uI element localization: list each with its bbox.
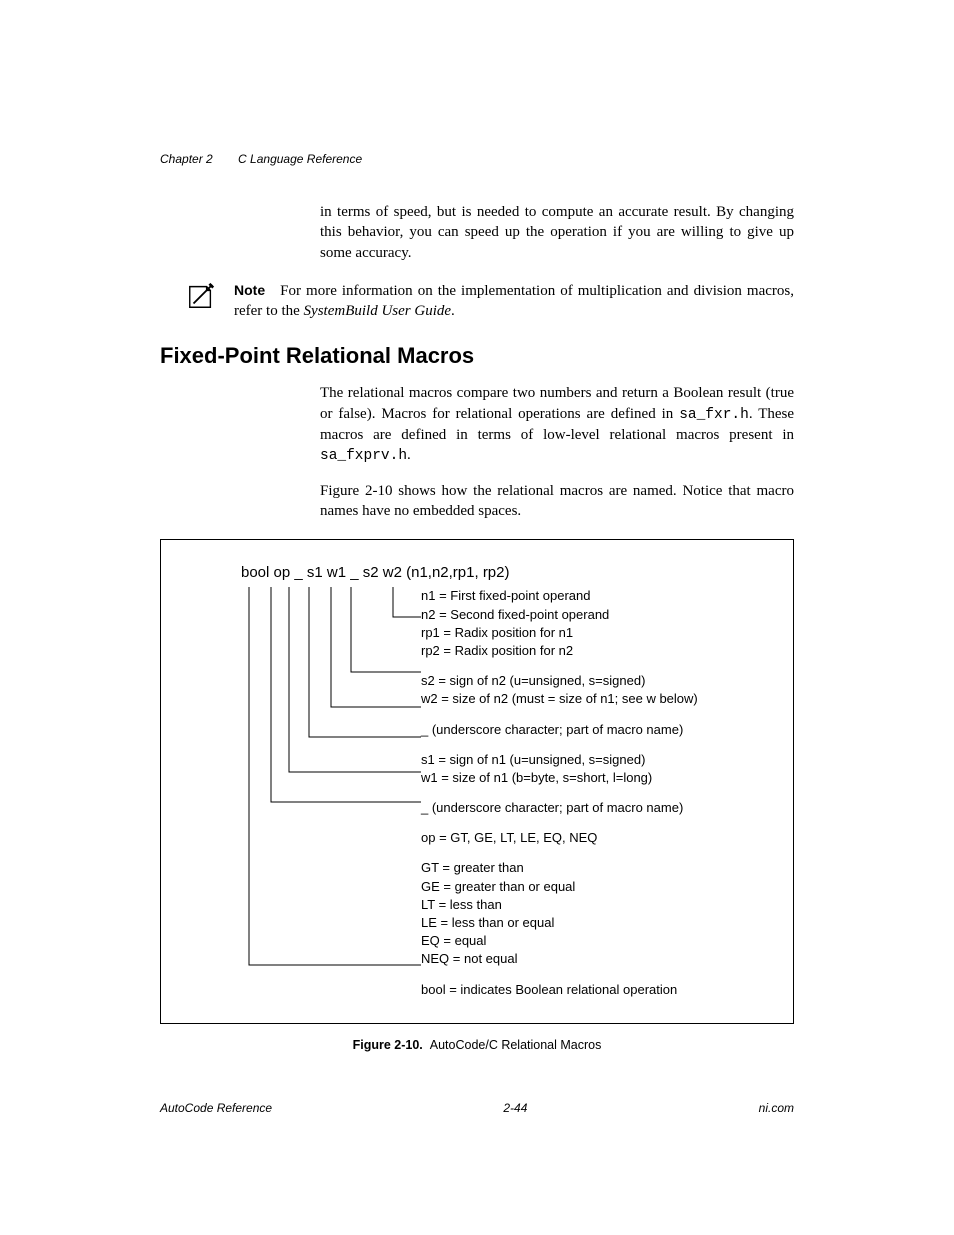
page-footer: AutoCode Reference 2-44 ni.com [160, 1101, 794, 1115]
note-text: Note For more information on the impleme… [234, 281, 794, 322]
footer-center: 2-44 [503, 1101, 527, 1115]
p1-code2: sa_fxprv.h [320, 448, 407, 464]
desc-group: _ (underscore character; part of macro n… [421, 799, 763, 817]
note-icon [186, 281, 216, 311]
note-block: Note For more information on the impleme… [160, 281, 794, 322]
desc-line: _ (underscore character; part of macro n… [421, 721, 763, 739]
desc-group: GT = greater than GE = greater than or e… [421, 859, 763, 968]
intro-text: in terms of speed, but is needed to comp… [320, 202, 794, 263]
desc-line: GT = greater than [421, 859, 763, 877]
diagram: n1 = First fixed-point operand n2 = Seco… [231, 587, 763, 998]
diagram-lines [231, 587, 421, 998]
note-italic: SystemBuild User Guide [304, 303, 451, 319]
desc-group: s1 = sign of n1 (u=unsigned, s=signed) w… [421, 751, 763, 787]
desc-line: w2 = size of n2 (must = size of n1; see … [421, 690, 763, 708]
figure-box: bool op _ s1 w1 _ s2 w2 (n1,n2,rp1, rp2) [160, 539, 794, 1023]
desc-line: _ (underscore character; part of macro n… [421, 799, 763, 817]
desc-line: rp2 = Radix position for n2 [421, 642, 763, 660]
figure-caption: Figure 2-10. AutoCode/C Relational Macro… [160, 1038, 794, 1052]
desc-line: bool = indicates Boolean relational oper… [421, 981, 763, 999]
note-body-b: . [451, 303, 455, 319]
chapter-title: C Language Reference [238, 152, 362, 166]
note-icon-wrap [160, 281, 216, 311]
desc-group: n1 = First fixed-point operand n2 = Seco… [421, 587, 763, 660]
footer-right: ni.com [759, 1101, 794, 1115]
section-body: The relational macros compare two number… [320, 383, 794, 521]
intro-paragraph: in terms of speed, but is needed to comp… [320, 202, 794, 263]
desc-line: GE = greater than or equal [421, 878, 763, 896]
connector-lines-icon [231, 587, 421, 987]
p1-c: . [407, 447, 411, 463]
macro-signature: bool op _ s1 w1 _ s2 w2 (n1,n2,rp1, rp2) [241, 564, 763, 581]
desc-line: LT = less than [421, 896, 763, 914]
desc-line: EQ = equal [421, 932, 763, 950]
desc-group: op = GT, GE, LT, LE, EQ, NEQ [421, 829, 763, 847]
desc-line: n1 = First fixed-point operand [421, 587, 763, 605]
desc-group: bool = indicates Boolean relational oper… [421, 981, 763, 999]
section-p1: The relational macros compare two number… [320, 383, 794, 467]
diagram-descriptions: n1 = First fixed-point operand n2 = Seco… [421, 587, 763, 998]
page: Chapter 2 C Language Reference in terms … [0, 0, 954, 1235]
desc-line: s2 = sign of n2 (u=unsigned, s=signed) [421, 672, 763, 690]
note-label: Note [234, 282, 265, 298]
p1-code1: sa_fxr.h [679, 407, 749, 423]
footer-left: AutoCode Reference [160, 1101, 272, 1115]
chapter-number: Chapter 2 [160, 152, 213, 166]
desc-line: w1 = size of n1 (b=byte, s=short, l=long… [421, 769, 763, 787]
section-p2: Figure 2-10 shows how the relational mac… [320, 481, 794, 522]
desc-group: _ (underscore character; part of macro n… [421, 721, 763, 739]
desc-line: LE = less than or equal [421, 914, 763, 932]
running-head: Chapter 2 C Language Reference [160, 152, 362, 166]
desc-line: n2 = Second fixed-point operand [421, 606, 763, 624]
figure-caption-label: Figure 2-10. [353, 1038, 423, 1052]
desc-line: op = GT, GE, LT, LE, EQ, NEQ [421, 829, 763, 847]
section-title: Fixed-Point Relational Macros [160, 343, 794, 369]
desc-line: NEQ = not equal [421, 950, 763, 968]
desc-line: s1 = sign of n1 (u=unsigned, s=signed) [421, 751, 763, 769]
desc-group: s2 = sign of n2 (u=unsigned, s=signed) w… [421, 672, 763, 708]
figure-caption-text: AutoCode/C Relational Macros [430, 1038, 602, 1052]
desc-line: rp1 = Radix position for n1 [421, 624, 763, 642]
